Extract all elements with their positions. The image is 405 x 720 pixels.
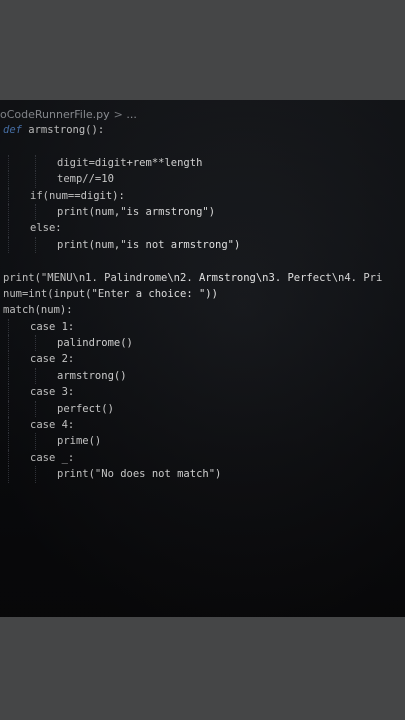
indent-guide <box>35 154 36 172</box>
indent-guide <box>8 318 9 336</box>
code-token: print(num,"is not armstrong") <box>57 238 241 251</box>
breadcrumb-chevron-icon: > <box>113 108 123 121</box>
breadcrumb-ellipsis[interactable]: ... <box>126 108 137 121</box>
top-letterbox <box>0 0 405 100</box>
code-line-text: temp//=10 <box>57 171 114 187</box>
code-line: perfect() <box>0 400 405 418</box>
indent-guide <box>8 384 9 401</box>
code-line-text: if(num==digit): <box>30 188 125 204</box>
code-line: armstrong() <box>0 367 405 385</box>
code-line: case 4: <box>0 417 405 434</box>
code-token: case 4: <box>30 419 75 432</box>
code-line-text: print(num,"is not armstrong") <box>57 237 240 253</box>
code-line: case 3: <box>0 384 405 401</box>
code-line-text: case 4: <box>30 417 74 433</box>
code-line: case 2: <box>0 351 405 368</box>
indent-guide <box>8 400 9 418</box>
code-line: else: <box>0 220 405 237</box>
code-line: palindrome() <box>0 335 405 352</box>
code-line: match(num): <box>0 302 405 318</box>
indent-guide <box>8 466 9 483</box>
indent-guide <box>8 220 9 237</box>
code-line-text: perfect() <box>57 401 114 417</box>
code-line: print("No does not match") <box>0 466 405 483</box>
code-token: temp//=10 <box>57 173 114 186</box>
indent-guide <box>35 171 36 188</box>
code-token: prime() <box>57 435 102 448</box>
code-token: print("MENU\n1. Palindrome\n2. Armstrong… <box>3 271 383 284</box>
indent-guide <box>8 449 9 467</box>
code-line: print(num,"is armstrong") <box>0 203 405 221</box>
code-token: case _: <box>30 451 75 464</box>
indent-guide <box>8 351 9 368</box>
code-line-text: armstrong() <box>57 368 127 384</box>
code-line-text: num=int(input("Enter a choice: ")) <box>3 286 218 302</box>
code-token: armstrong() <box>57 369 127 382</box>
code-line-text: else: <box>30 220 62 236</box>
code-token: num=int(input("Enter a choice: ")) <box>3 287 218 300</box>
code-line-text: match(num): <box>3 302 73 318</box>
indent-guide <box>35 466 36 483</box>
indent-guide <box>8 187 9 204</box>
code-line: print(num,"is not armstrong") <box>0 236 405 254</box>
bottom-letterbox <box>0 617 405 720</box>
code-token: perfect() <box>57 402 114 415</box>
code-token: match(num): <box>3 304 73 317</box>
code-line-text: print(num,"is armstrong") <box>57 204 215 220</box>
code-token: case 3: <box>30 386 75 399</box>
code-line: case 1: <box>0 318 405 336</box>
code-line-text: palindrome() <box>57 335 133 351</box>
indent-guide <box>8 236 9 254</box>
code-area[interactable]: def armstrong(): digit=digit+rem**length t… <box>0 122 405 483</box>
indent-guide <box>35 367 36 385</box>
indent-guide <box>8 203 9 221</box>
breadcrumb-file-name[interactable]: oCodeRunnerFile.py <box>0 108 110 121</box>
code-token: case 2: <box>30 353 75 366</box>
keyword-token: def <box>3 124 22 136</box>
indent-guide <box>8 433 9 450</box>
code-line-text: def armstrong(): <box>3 122 104 138</box>
indent-guide <box>35 433 36 450</box>
code-line: def armstrong(): <box>0 122 405 138</box>
indent-guide <box>8 367 9 385</box>
code-line-text: case 2: <box>30 351 74 367</box>
code-line: prime() <box>0 433 405 450</box>
indent-guide <box>35 400 36 418</box>
code-line: num=int(input("Enter a choice: ")) <box>0 286 405 302</box>
code-line-text: case 3: <box>30 384 74 400</box>
code-token: armstrong(): <box>21 124 105 136</box>
indent-guide <box>8 417 9 434</box>
code-line-text: case _: <box>30 450 74 466</box>
indent-guide <box>8 154 9 172</box>
indent-guide <box>35 203 36 221</box>
code-line: case _: <box>0 449 405 467</box>
code-line-text: digit=digit+rem**length <box>57 155 202 171</box>
indent-guide <box>35 335 36 352</box>
indent-guide <box>8 171 9 188</box>
code-token: else: <box>30 222 62 235</box>
code-token: digit=digit+rem**length <box>57 156 203 169</box>
code-line-text: print("No does not match") <box>57 466 221 482</box>
code-token: print("No does not match") <box>57 468 222 481</box>
indent-guide <box>35 236 36 254</box>
code-token: palindrome() <box>57 337 133 350</box>
code-line: digit=digit+rem**length <box>0 154 405 172</box>
code-token: if(num==digit): <box>30 189 125 202</box>
code-token: print(num,"is armstrong") <box>57 205 216 218</box>
code-line-text: print("MENU\n1. Palindrome\n2. Armstrong… <box>3 270 382 286</box>
code-line: print("MENU\n1. Palindrome\n2. Armstrong… <box>0 270 405 286</box>
code-token: case 1: <box>30 320 75 333</box>
code-line-text: case 1: <box>30 319 74 335</box>
code-editor-screen: oCodeRunnerFile.py > ... def armstrong():… <box>0 100 405 617</box>
code-line-text: prime() <box>57 433 101 449</box>
code-line: temp//=10 <box>0 171 405 188</box>
code-line: if(num==digit): <box>0 187 405 204</box>
indent-guide <box>8 335 9 352</box>
